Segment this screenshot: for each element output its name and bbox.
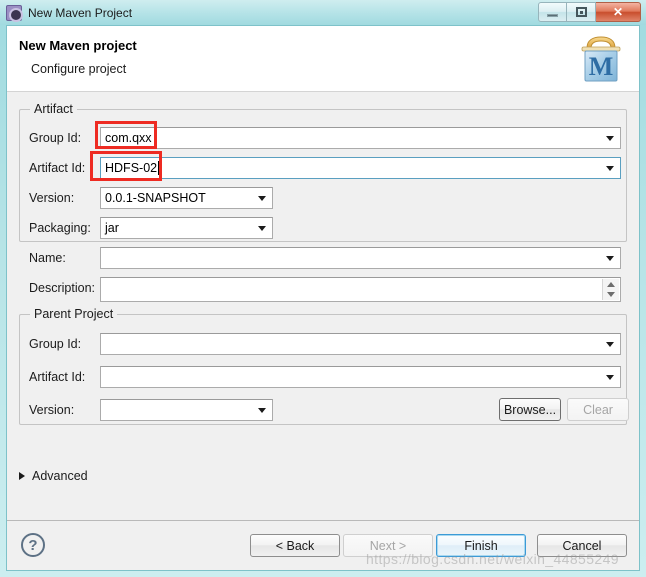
- cancel-button[interactable]: Cancel: [537, 534, 627, 557]
- advanced-label: Advanced: [32, 469, 88, 483]
- chevron-down-icon: [258, 408, 266, 413]
- artifact-group-legend: Artifact: [30, 102, 77, 116]
- artifact-version-input[interactable]: 0.0.1-SNAPSHOT: [100, 187, 273, 209]
- help-button[interactable]: ?: [21, 533, 45, 557]
- next-button[interactable]: Next >: [343, 534, 433, 557]
- chevron-down-icon: [258, 196, 266, 201]
- chevron-down-icon: [606, 136, 614, 141]
- parent-project-group-legend: Parent Project: [30, 307, 117, 321]
- artifact-artifact-id-value: HDFS-02: [105, 161, 157, 175]
- chevron-down-icon: [258, 226, 266, 231]
- parent-group-id-label: Group Id:: [29, 337, 81, 351]
- artifact-packaging-input[interactable]: jar: [100, 217, 273, 239]
- new-maven-project-window: New Maven Project ✕ New Maven project Co…: [0, 0, 646, 577]
- restore-button[interactable]: [567, 2, 596, 22]
- chevron-down-icon: [606, 375, 614, 380]
- artifact-group-id-value: com.qxx: [105, 131, 152, 145]
- parent-group-id-input[interactable]: [100, 333, 621, 355]
- svg-text:M: M: [589, 52, 614, 81]
- wizard-header: New Maven project Configure project: [7, 26, 639, 92]
- close-icon: ✕: [613, 5, 623, 19]
- artifact-description-input[interactable]: [100, 277, 621, 302]
- minimize-button[interactable]: [538, 2, 567, 22]
- chevron-down-icon: [606, 256, 614, 261]
- artifact-group-id-label: Group Id:: [29, 131, 81, 145]
- maven-logo-icon: M: [575, 34, 627, 84]
- finish-button[interactable]: Finish: [436, 534, 526, 557]
- chevron-down-icon: [606, 166, 614, 171]
- scroll-up-icon[interactable]: [607, 282, 615, 287]
- description-scroll-spinner[interactable]: [602, 279, 619, 300]
- artifact-name-label: Name:: [29, 251, 66, 265]
- artifact-version-label: Version:: [29, 191, 74, 205]
- artifact-packaging-value: jar: [105, 221, 119, 235]
- artifact-name-input[interactable]: [100, 247, 621, 269]
- window-controls: ✕: [538, 2, 641, 22]
- artifact-version-value: 0.0.1-SNAPSHOT: [105, 191, 206, 205]
- artifact-artifact-id-input[interactable]: HDFS-02: [100, 157, 621, 179]
- parent-artifact-id-label: Artifact Id:: [29, 370, 85, 384]
- close-button[interactable]: ✕: [596, 2, 641, 22]
- parent-version-label: Version:: [29, 403, 74, 417]
- text-caret: [158, 161, 159, 175]
- artifact-packaging-label: Packaging:: [29, 221, 91, 235]
- chevron-right-icon: [19, 472, 25, 480]
- minimize-icon: [547, 14, 558, 17]
- scroll-down-icon[interactable]: [607, 292, 615, 297]
- eclipse-maven-icon: [6, 5, 22, 21]
- page-title: New Maven project: [19, 38, 137, 53]
- restore-icon: [576, 7, 587, 17]
- artifact-group-id-input[interactable]: com.qxx: [100, 127, 621, 149]
- chevron-down-icon: [606, 342, 614, 347]
- window-titlebar[interactable]: New Maven Project ✕: [0, 0, 646, 25]
- clear-button[interactable]: Clear: [567, 398, 629, 421]
- window-title: New Maven Project: [28, 6, 132, 20]
- parent-artifact-id-input[interactable]: [100, 366, 621, 388]
- advanced-expander[interactable]: Advanced: [19, 469, 88, 483]
- browse-button[interactable]: Browse...: [499, 398, 561, 421]
- artifact-description-label: Description:: [29, 281, 95, 295]
- back-button[interactable]: < Back: [250, 534, 340, 557]
- parent-version-input[interactable]: [100, 399, 273, 421]
- dialog-footer: ? < Back Next > Finish Cancel: [7, 521, 639, 570]
- dialog-body: New Maven project Configure project: [6, 25, 640, 571]
- page-subtitle: Configure project: [31, 62, 126, 76]
- artifact-artifact-id-label: Artifact Id:: [29, 161, 85, 175]
